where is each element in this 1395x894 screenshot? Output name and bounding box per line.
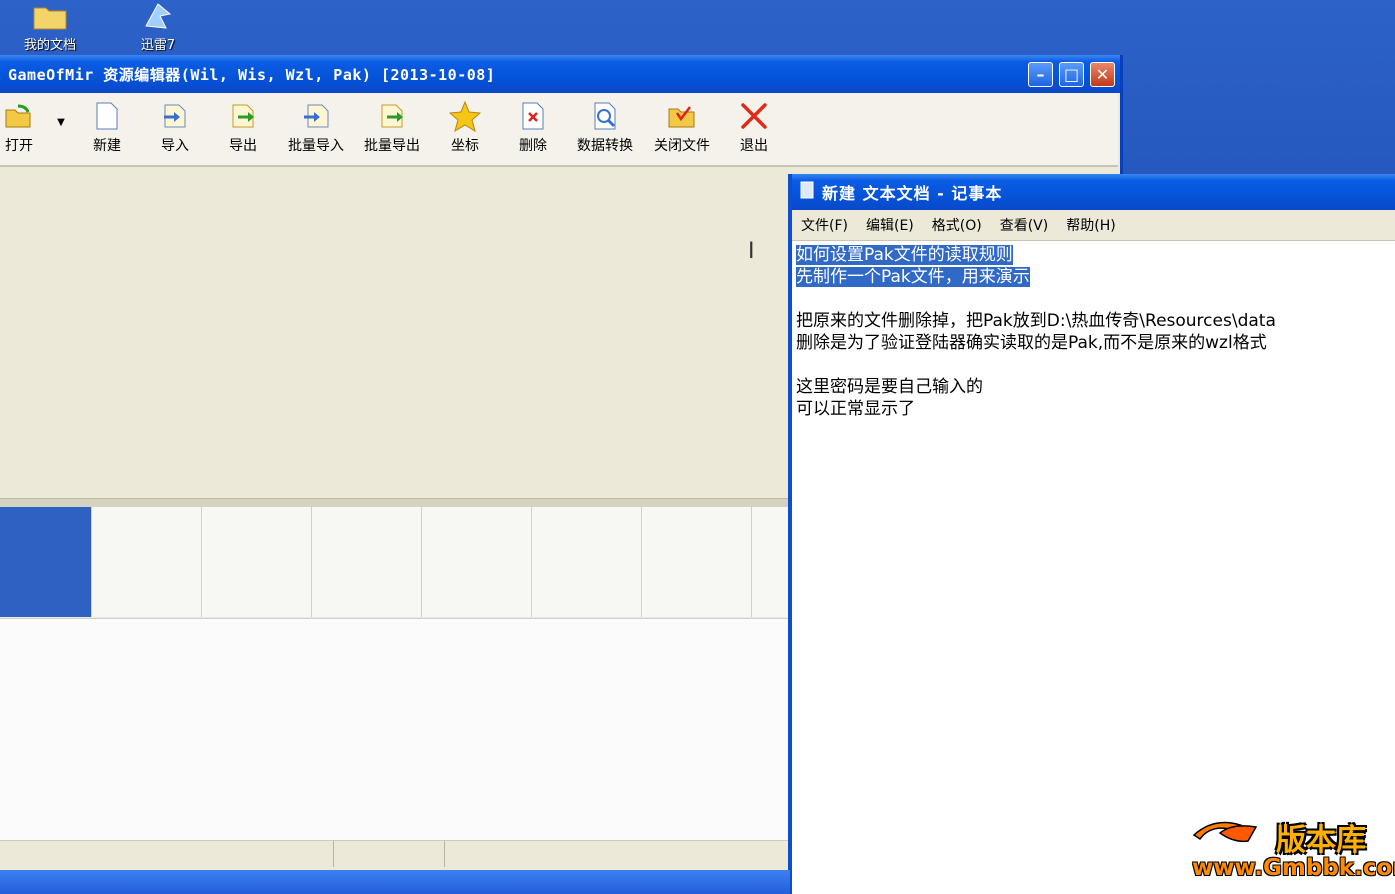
watermark-logo: 版本库 [1190, 813, 1390, 858]
thumbnail-cell[interactable] [312, 507, 422, 617]
text-line-selected: 如何设置Pak文件的读取规则 [796, 245, 1013, 265]
menu-help[interactable]: 帮助(H) [1057, 215, 1124, 235]
status-panel [445, 841, 790, 867]
notepad-window: 新建 文本文档 - 记事本 文件(F) 编辑(E) 格式(O) 查看(V) 帮助… [788, 174, 1395, 894]
delete-button[interactable]: 删除 [512, 99, 554, 155]
title-bar[interactable]: GameOfMir 资源编辑器(Wil, Wis, Wzl, Pak) [201… [0, 55, 1120, 93]
thumbnail-cell[interactable] [532, 507, 642, 617]
notepad-title-bar[interactable]: 新建 文本文档 - 记事本 [792, 174, 1395, 210]
thumbnail-cell[interactable] [202, 507, 312, 617]
thumbnail-strip[interactable] [0, 507, 790, 617]
toolbar: 打开 ▼ 新建 导入 导出 批量导入 批量导出 坐标 删除 数据转换 关闭文件 … [0, 93, 1118, 167]
desktop-icon-label: 迅雷7 [140, 38, 176, 53]
open-label: 打开 [5, 138, 33, 154]
convert-label: 数据转换 [577, 138, 633, 154]
thumbnail-cell-selected[interactable] [0, 507, 92, 617]
minimize-button[interactable]: – [1028, 62, 1053, 87]
close-file-label: 关闭文件 [654, 138, 710, 154]
notepad-text-area[interactable]: 如何设置Pak文件的读取规则 先制作一个Pak文件，用来演示 把原来的文件删除掉… [796, 244, 1395, 894]
batch-export-icon [375, 99, 409, 133]
batch-import-label: 批量导入 [288, 138, 344, 154]
convert-button[interactable]: 数据转换 [570, 99, 640, 155]
exit-label: 退出 [740, 138, 768, 154]
minimize-icon: – [1036, 65, 1045, 84]
preview-pane[interactable]: I [0, 167, 790, 497]
watermark-brand: 版本库 [1276, 823, 1366, 858]
star-icon [448, 99, 482, 133]
convert-icon [588, 99, 622, 133]
desktop-icon-label: 我的文档 [23, 38, 76, 53]
import-label: 导入 [161, 138, 189, 154]
delete-icon [516, 99, 550, 133]
menu-file[interactable]: 文件(F) [792, 215, 857, 235]
open-button[interactable]: 打开 [0, 99, 38, 155]
delete-label: 删除 [519, 138, 547, 154]
close-file-button[interactable]: 关闭文件 [647, 99, 717, 155]
close-button[interactable]: ✕ [1090, 62, 1115, 87]
desktop-icon-xunlei[interactable]: 迅雷7 [113, 0, 203, 53]
batch-import-icon [299, 99, 333, 133]
desktop-icon-my-documents[interactable]: 我的文档 [5, 0, 95, 53]
menu-edit[interactable]: 编辑(E) [857, 215, 923, 235]
chevron-down-icon: ▼ [57, 117, 65, 128]
batch-export-label: 批量导出 [364, 138, 420, 154]
notepad-icon [800, 181, 814, 203]
thumbnail-cell[interactable] [422, 507, 532, 617]
close-file-icon [665, 99, 699, 133]
notepad-title: 新建 文本文档 - 记事本 [822, 184, 1003, 203]
open-dropdown-arrow[interactable]: ▼ [54, 117, 68, 128]
status-panel [334, 841, 445, 867]
thumbnail-cell[interactable] [92, 507, 202, 617]
window-title: GameOfMir 资源编辑器(Wil, Wis, Wzl, Pak) [201… [8, 65, 496, 84]
text-line: 可以正常显示了 [796, 399, 915, 419]
text-line: 把原来的文件删除掉，把Pak放到D:\热血传奇\Resources\data [796, 311, 1276, 331]
status-panel [0, 841, 334, 867]
close-icon: ✕ [1095, 65, 1110, 84]
bird-icon [138, 0, 178, 32]
text-cursor-icon: I [748, 239, 755, 264]
menu-view[interactable]: 查看(V) [991, 215, 1058, 235]
info-pane [0, 618, 790, 841]
exit-button[interactable]: 退出 [734, 99, 774, 155]
new-button[interactable]: 新建 [86, 99, 128, 155]
import-button[interactable]: 导入 [154, 99, 196, 155]
folder-open-icon [2, 99, 36, 133]
coordinate-button[interactable]: 坐标 [443, 99, 487, 155]
new-file-icon [90, 99, 124, 133]
new-label: 新建 [93, 138, 121, 154]
notepad-menu-bar: 文件(F) 编辑(E) 格式(O) 查看(V) 帮助(H) [792, 210, 1395, 241]
thumbnail-cell[interactable] [642, 507, 752, 617]
maximize-icon: □ [1063, 65, 1080, 84]
exit-icon [737, 99, 771, 133]
maximize-button[interactable]: □ [1059, 62, 1084, 87]
text-line: 这里密码是要自己输入的 [796, 377, 983, 397]
watermark-url: www.Gmbbk.com [1192, 855, 1395, 881]
batch-import-button[interactable]: 批量导入 [281, 99, 351, 155]
import-icon [158, 99, 192, 133]
export-button[interactable]: 导出 [222, 99, 264, 155]
menu-format[interactable]: 格式(O) [923, 215, 991, 235]
taskbar[interactable] [0, 870, 790, 894]
export-label: 导出 [229, 138, 257, 154]
export-icon [226, 99, 260, 133]
text-line: 删除是为了验证登陆器确实读取的是Pak,而不是原来的wzl格式 [796, 333, 1267, 353]
batch-export-button[interactable]: 批量导出 [357, 99, 427, 155]
text-line-selected: 先制作一个Pak文件，用来演示 [796, 267, 1030, 287]
status-bar [0, 840, 790, 867]
folder-icon [30, 0, 70, 32]
coordinate-label: 坐标 [451, 138, 479, 154]
